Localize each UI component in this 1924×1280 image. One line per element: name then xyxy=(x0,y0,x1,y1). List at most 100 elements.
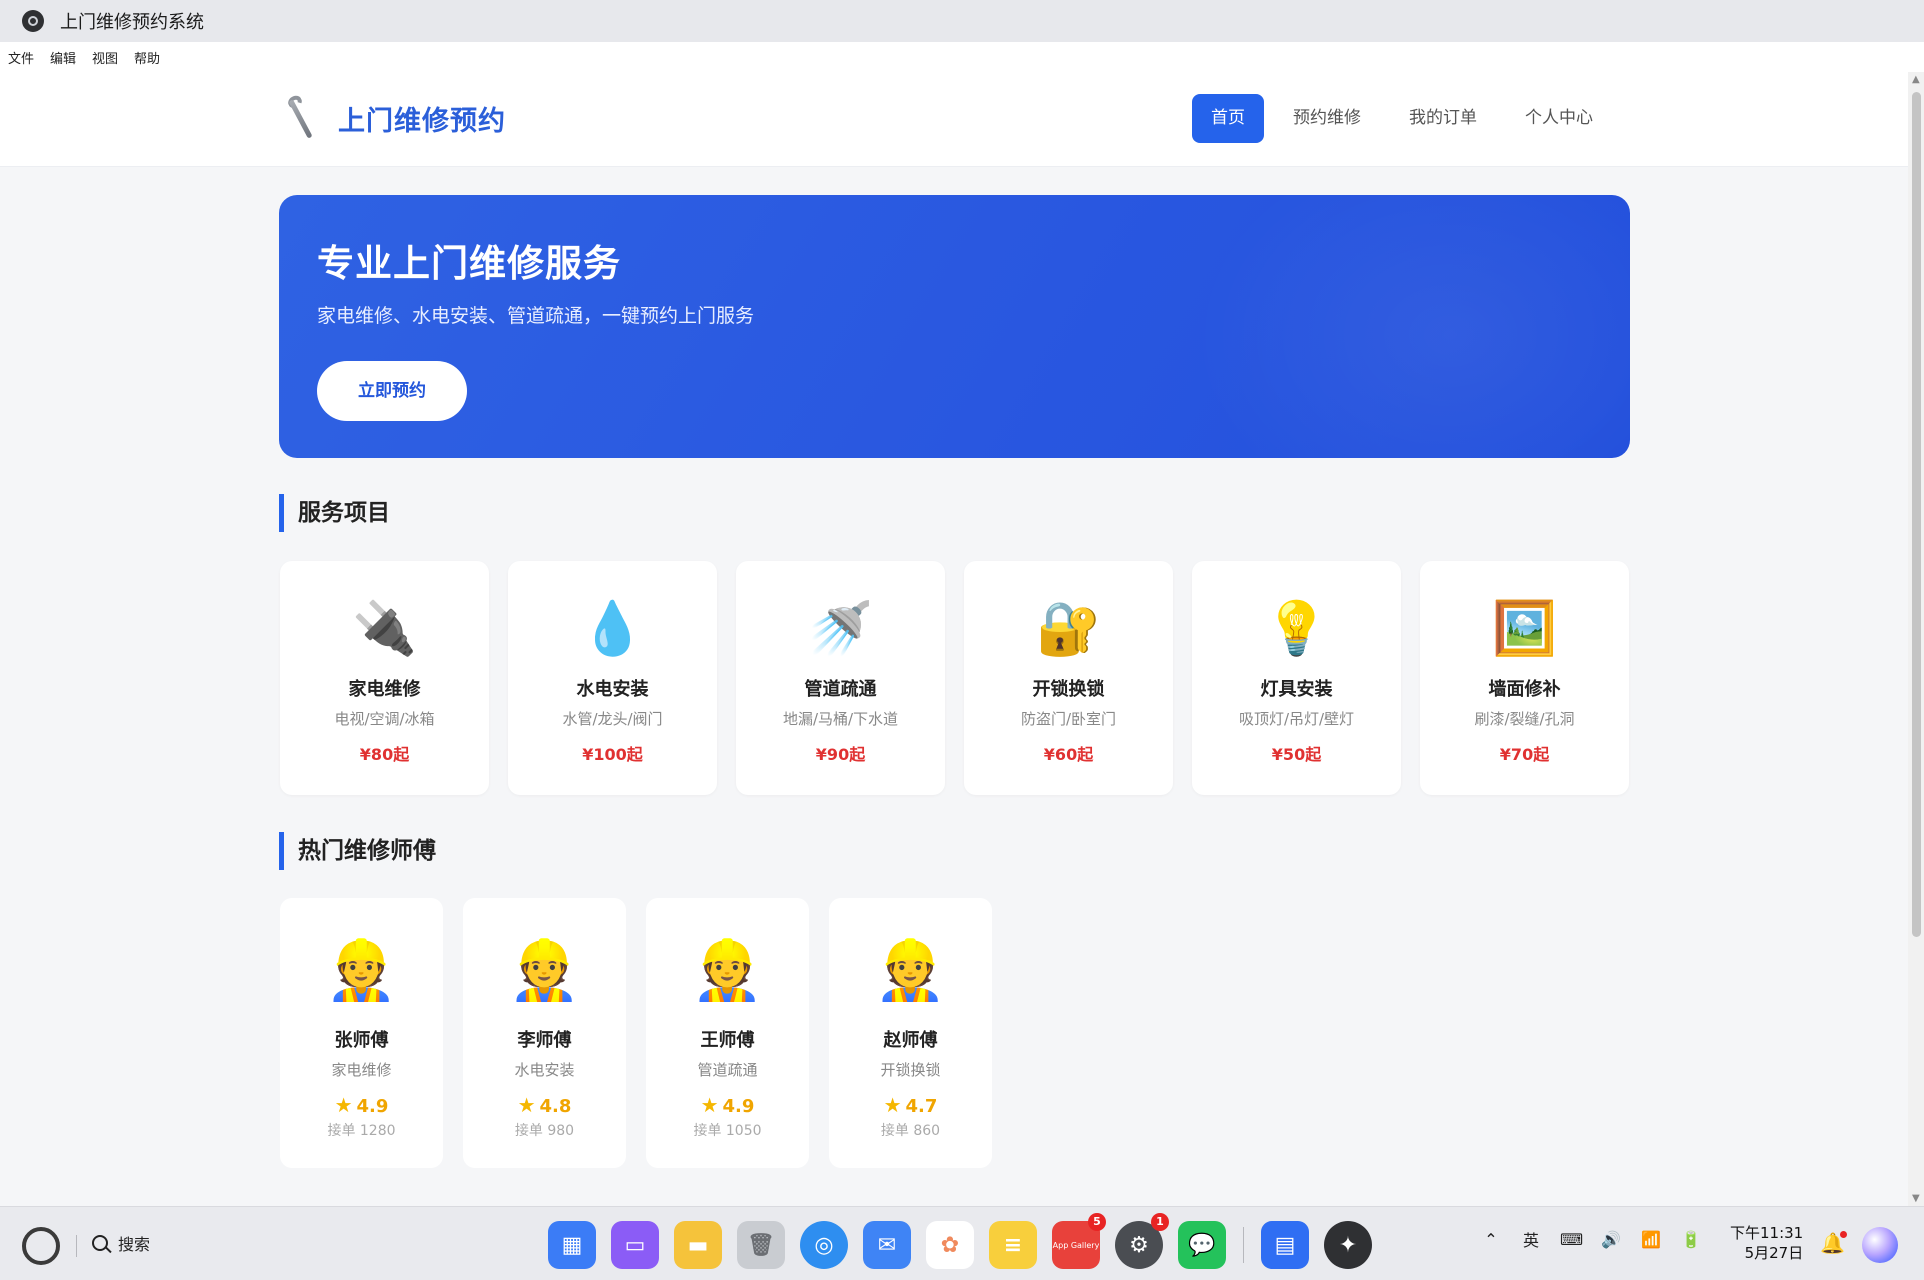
apps-grid-icon[interactable]: ▦ xyxy=(548,1221,596,1269)
master-name: 赵师傅 xyxy=(883,1030,938,1051)
service-desc: 水管/龙头/阀门 xyxy=(562,710,663,728)
mail-icon[interactable]: ✉ xyxy=(863,1221,911,1269)
master-name: 王师傅 xyxy=(700,1030,755,1051)
rating-value: 4.8 xyxy=(539,1096,572,1117)
menu-bar: 文件 编辑 视图 帮助 xyxy=(0,42,1924,72)
book-now-button[interactable]: 立即预约 xyxy=(317,361,467,421)
logo[interactable]: 上门维修预约 xyxy=(282,93,506,140)
hero-subtitle: 家电维修、水电安装、管道疏通，一键预约上门服务 xyxy=(317,305,755,327)
master-skill: 管道疏通 xyxy=(697,1061,758,1079)
star-icon: ★ xyxy=(883,1093,902,1117)
menu-file[interactable]: 文件 xyxy=(8,48,34,67)
wifi-icon[interactable]: 📶 xyxy=(1640,1230,1662,1249)
light-bulb-icon: 💡 xyxy=(1264,599,1329,659)
worker-avatar-icon: 👷 xyxy=(874,936,947,1004)
service-card-appliance[interactable]: 🔌 家电维修 电视/空调/冰箱 ¥80起 xyxy=(280,561,489,795)
page-header: 上门维修预约 首页 预约维修 我的订单 个人中心 xyxy=(0,72,1908,167)
nav-book-repair[interactable]: 预约维修 xyxy=(1274,94,1380,143)
app-icon xyxy=(22,10,44,32)
dock-divider xyxy=(1243,1227,1244,1263)
service-desc: 防盗门/卧室门 xyxy=(1020,710,1117,728)
service-price: ¥80起 xyxy=(359,745,410,764)
master-orders: 接单 1050 xyxy=(693,1123,762,1139)
menu-help[interactable]: 帮助 xyxy=(134,48,160,67)
service-card-plumbing-electric[interactable]: 💧 水电安装 水管/龙头/阀门 ¥100起 xyxy=(508,561,717,795)
files-icon[interactable]: ▬ xyxy=(674,1221,722,1269)
service-name: 管道疏通 xyxy=(804,679,877,700)
service-name: 家电维修 xyxy=(348,679,421,700)
dock: ▦ ▭ ▬ 🗑 ◎ ✉ ✿ ≡ App Gallery 5 ⚙ 1 💬 ▤ ✦ xyxy=(548,1213,1372,1269)
nav-profile[interactable]: 个人中心 xyxy=(1506,94,1612,143)
master-card-li[interactable]: 👷 李师傅 水电安装 ★ 4.8 接单 980 xyxy=(463,898,626,1168)
battery-icon[interactable]: 🔋 xyxy=(1680,1230,1702,1249)
service-price: ¥70起 xyxy=(1499,745,1550,764)
service-card-wall-repair[interactable]: 🖼️ 墙面修补 刷漆/裂缝/孔洞 ¥70起 xyxy=(1420,561,1629,795)
menu-edit[interactable]: 编辑 xyxy=(50,48,76,67)
service-desc: 地漏/马桶/下水道 xyxy=(782,710,899,728)
start-button[interactable] xyxy=(22,1227,60,1265)
shower-icon: 🚿 xyxy=(808,599,873,659)
hero-title: 专业上门维修服务 xyxy=(317,242,621,285)
trash-icon[interactable]: 🗑 xyxy=(737,1221,785,1269)
services-section-title: 服务项目 xyxy=(279,494,390,532)
wechat-icon[interactable]: 💬 xyxy=(1178,1221,1226,1269)
scrollbar-thumb[interactable] xyxy=(1912,92,1921,937)
service-desc: 吸顶灯/吊灯/壁灯 xyxy=(1238,710,1355,728)
input-method-indicator[interactable]: 英 xyxy=(1520,1227,1542,1251)
clock[interactable]: 下午11:31 5月27日 xyxy=(1730,1223,1803,1263)
notification-badge: 5 xyxy=(1088,1213,1106,1231)
master-orders: 接单 860 xyxy=(880,1123,941,1139)
ai-assistant-icon[interactable]: ✦ xyxy=(1324,1221,1372,1269)
system-tray: ⌃ 英 ⌨ 🔊 📶 🔋 xyxy=(1480,1227,1702,1251)
multitask-icon[interactable]: ▭ xyxy=(611,1221,659,1269)
service-price: ¥100起 xyxy=(582,745,643,764)
app-gallery-icon[interactable]: App Gallery 5 xyxy=(1052,1213,1106,1269)
master-rating: ★ 4.9 xyxy=(280,1093,443,1117)
services-grid: 🔌 家电维修 电视/空调/冰箱 ¥80起 💧 水电安装 水管/龙头/阀门 ¥10… xyxy=(280,561,1630,795)
clock-time: 下午11:31 xyxy=(1730,1224,1804,1242)
service-price: ¥90起 xyxy=(815,745,866,764)
nav-my-orders[interactable]: 我的订单 xyxy=(1390,94,1496,143)
master-rating: ★ 4.7 xyxy=(829,1093,992,1117)
nav-home[interactable]: 首页 xyxy=(1192,94,1264,143)
volume-icon[interactable]: 🔊 xyxy=(1600,1230,1622,1249)
notification-bell-icon[interactable]: 🔔 xyxy=(1820,1231,1847,1255)
droplet-icon: 💧 xyxy=(580,599,645,659)
scroll-down-icon[interactable]: ▼ xyxy=(1912,1193,1920,1204)
master-card-wang[interactable]: 👷 王师傅 管道疏通 ★ 4.9 接单 1050 xyxy=(646,898,809,1168)
rating-value: 4.7 xyxy=(905,1096,938,1117)
chevron-up-icon[interactable]: ⌃ xyxy=(1480,1230,1502,1249)
app-gallery-label: App Gallery xyxy=(1052,1240,1100,1250)
service-card-locksmith[interactable]: 🔐 开锁换锁 防盗门/卧室门 ¥60起 xyxy=(964,561,1173,795)
settings-icon[interactable]: ⚙ 1 xyxy=(1115,1213,1169,1269)
plug-icon: 🔌 xyxy=(352,599,417,659)
assistant-orb-icon[interactable] xyxy=(1862,1227,1898,1263)
taskbar-search[interactable]: 搜索 xyxy=(92,1231,150,1255)
search-label: 搜索 xyxy=(118,1235,151,1254)
keyboard-icon[interactable]: ⌨ xyxy=(1560,1230,1583,1249)
window-titlebar: 上门维修预约系统 xyxy=(0,0,1924,42)
master-card-zhao[interactable]: 👷 赵师傅 开锁换锁 ★ 4.7 接单 860 xyxy=(829,898,992,1168)
master-name: 张师傅 xyxy=(334,1030,389,1051)
service-name: 开锁换锁 xyxy=(1032,679,1105,700)
worker-avatar-icon: 👷 xyxy=(325,936,398,1004)
service-name: 墙面修补 xyxy=(1488,679,1561,700)
rating-value: 4.9 xyxy=(356,1096,389,1117)
photos-icon[interactable]: ✿ xyxy=(926,1221,974,1269)
notes-icon[interactable]: ≡ xyxy=(989,1221,1037,1269)
service-card-drain[interactable]: 🚿 管道疏通 地漏/马桶/下水道 ¥90起 xyxy=(736,561,945,795)
document-icon[interactable]: ▤ xyxy=(1261,1221,1309,1269)
service-name: 灯具安装 xyxy=(1260,679,1333,700)
menu-view[interactable]: 视图 xyxy=(92,48,118,67)
worker-avatar-icon: 👷 xyxy=(508,936,581,1004)
brand-title: 上门维修预约 xyxy=(338,105,506,137)
service-card-lighting[interactable]: 💡 灯具安装 吸顶灯/吊灯/壁灯 ¥50起 xyxy=(1192,561,1401,795)
service-desc: 电视/空调/冰箱 xyxy=(334,710,435,728)
clock-date: 5月27日 xyxy=(1744,1244,1804,1262)
framed-picture-icon: 🖼️ xyxy=(1492,599,1557,659)
browser-icon[interactable]: ◎ xyxy=(800,1221,848,1269)
page-scrollbar[interactable]: ▲ ▼ xyxy=(1908,72,1924,1206)
master-card-zhang[interactable]: 👷 张师傅 家电维修 ★ 4.9 接单 1280 xyxy=(280,898,443,1168)
scroll-up-icon[interactable]: ▲ xyxy=(1912,74,1920,85)
star-icon: ★ xyxy=(517,1093,536,1117)
